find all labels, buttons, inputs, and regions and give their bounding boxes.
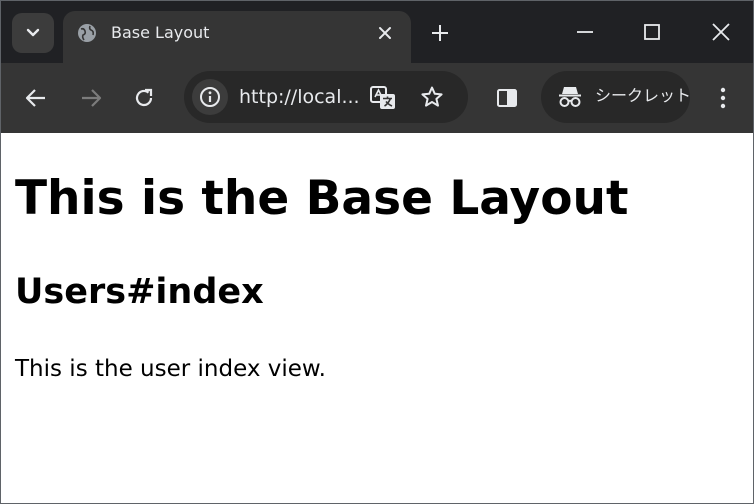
close-tab-icon[interactable]	[375, 23, 395, 43]
reload-button[interactable]	[130, 84, 158, 112]
maximize-button[interactable]	[637, 17, 667, 47]
tab-active[interactable]: Base Layout	[63, 11, 411, 63]
tab-strip: Base Layout	[1, 1, 753, 63]
arrow-right-icon	[80, 88, 102, 108]
arrow-left-icon	[25, 88, 47, 108]
toolbar: http://local... シークレット	[1, 63, 753, 133]
tab-search-button[interactable]	[12, 13, 54, 53]
close-window-button[interactable]	[706, 17, 736, 47]
url-text[interactable]: http://local...	[239, 85, 364, 109]
close-icon	[712, 23, 730, 41]
site-info-button[interactable]	[192, 79, 228, 115]
section-heading: Users#index	[15, 272, 264, 312]
body-text: This is the user index view.	[15, 356, 326, 382]
globe-icon	[77, 23, 97, 43]
incognito-label: シークレット	[595, 86, 692, 105]
address-bar[interactable]: http://local...	[184, 71, 468, 123]
bookmark-star-icon[interactable]	[418, 83, 446, 111]
translate-icon[interactable]	[369, 85, 397, 111]
menu-button[interactable]	[709, 84, 737, 112]
incognito-indicator[interactable]: シークレット	[541, 71, 692, 123]
page-content: This is the Base Layout Users#index This…	[1, 133, 753, 503]
plus-icon	[431, 24, 449, 42]
page-title: This is the Base Layout	[15, 171, 629, 226]
minimize-button[interactable]	[570, 17, 600, 47]
side-panel-icon	[496, 88, 518, 108]
tab-title: Base Layout	[111, 23, 210, 42]
reload-icon	[133, 87, 155, 109]
chevron-down-icon	[26, 28, 40, 38]
minimize-icon	[576, 30, 594, 34]
side-panel-button[interactable]	[493, 84, 521, 112]
browser-window: Base Layout http://local... シークレット This …	[0, 0, 754, 504]
new-tab-button[interactable]	[429, 22, 451, 44]
incognito-icon	[557, 85, 583, 109]
more-vert-icon	[720, 87, 726, 109]
back-button[interactable]	[22, 84, 50, 112]
maximize-icon	[643, 23, 661, 41]
info-icon	[199, 86, 221, 108]
forward-button[interactable]	[77, 84, 105, 112]
